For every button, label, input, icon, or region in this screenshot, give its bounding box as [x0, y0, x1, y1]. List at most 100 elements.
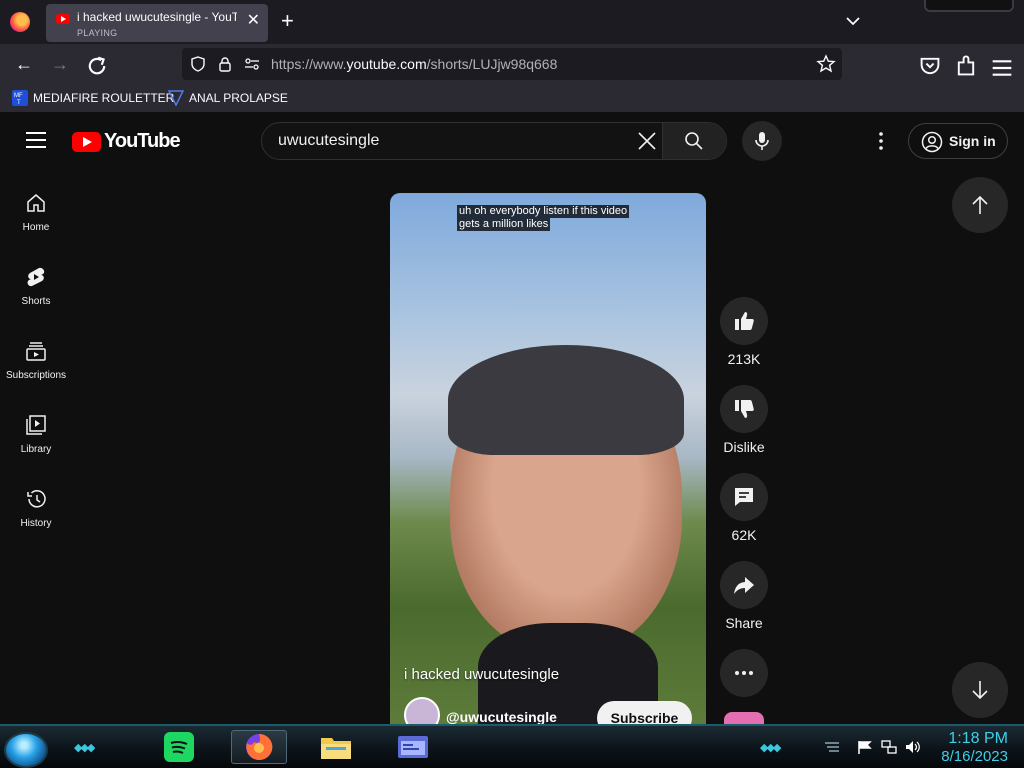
hamburger-menu-icon[interactable] [26, 132, 46, 148]
shield-icon[interactable] [190, 56, 206, 72]
close-tab-icon[interactable]: ✕ [247, 13, 260, 29]
taskbar-file-explorer[interactable] [308, 730, 364, 764]
pocket-icon[interactable] [918, 54, 942, 78]
back-button[interactable]: ← [12, 52, 36, 76]
bookmark-star-icon[interactable] [816, 54, 836, 74]
dislike-label: Dislike [723, 439, 765, 455]
youtube-page: YouTube uwucutesingle Sign in Home Short… [0, 112, 1024, 724]
video-title: i hacked uwucutesingle [404, 666, 560, 683]
search-button[interactable] [662, 123, 726, 159]
like-action: 213K [720, 297, 768, 367]
search-input[interactable]: uwucutesingle [278, 132, 379, 150]
bookmark-label: ANAL PROLAPSE [189, 91, 288, 105]
browser-nav-bar: ← → https://www.youtube.com/shorts/LUJjw… [0, 44, 1024, 84]
share-icon [734, 577, 754, 594]
clock-date: 8/16/2023 [941, 748, 1008, 765]
taskbar-decoration-icon: ◆◆◆ [74, 742, 95, 754]
firefox-icon [246, 733, 273, 760]
network-icon[interactable] [881, 740, 897, 754]
guide-item-subscriptions[interactable]: Subscriptions [0, 330, 72, 390]
shorts-video-player[interactable]: uh oh everybody listen if this video get… [390, 193, 706, 724]
clear-search-icon[interactable] [637, 131, 657, 151]
window-app-icon [398, 736, 428, 758]
shorts-icon [27, 267, 45, 287]
more-action [720, 649, 768, 697]
menu-icon[interactable] [990, 56, 1014, 80]
spotify-icon [164, 732, 194, 762]
new-tab-button[interactable]: + [281, 10, 294, 32]
settings-more-icon[interactable] [872, 130, 890, 152]
voice-search-button[interactable] [742, 121, 782, 161]
youtube-wordmark: YouTube [104, 130, 181, 152]
bookmark-icon [168, 90, 184, 106]
browser-tab[interactable]: i hacked uwucutesingle - YouTube PLAYING… [46, 4, 268, 42]
url-path: /shorts/LUJjw98q668 [426, 56, 558, 72]
channel-name[interactable]: @uwucutesingle [446, 709, 557, 724]
youtube-play-icon [72, 131, 101, 152]
bookmark-mediafire[interactable]: MF T MEDIAFIRE ROULETTER [12, 90, 174, 106]
comments-action: 62K [720, 473, 768, 543]
subscribe-button[interactable]: Subscribe [597, 701, 692, 724]
comments-button[interactable] [720, 473, 768, 521]
youtube-favicon-icon [56, 14, 70, 24]
guide-label: Home [22, 222, 50, 233]
url-text[interactable]: https://www.youtube.com/shorts/LUJjw98q6… [271, 56, 557, 72]
tab-title: i hacked uwucutesingle - YouTube [77, 10, 237, 24]
share-label: Share [725, 615, 763, 631]
like-button[interactable] [720, 297, 768, 345]
reload-icon[interactable] [85, 54, 109, 78]
file-explorer-icon [321, 738, 351, 759]
guide-item-shorts[interactable]: Shorts [0, 256, 72, 316]
previous-short-button[interactable] [952, 177, 1008, 233]
volume-icon[interactable] [905, 740, 921, 754]
guide-label: Shorts [21, 296, 51, 307]
windows-taskbar: ◆◆◆ ◆◆◆ 1:18 PM 8/16/2023 [0, 724, 1024, 768]
extensions-icon[interactable] [954, 54, 978, 78]
firefox-icon[interactable] [10, 12, 30, 32]
guide-item-history[interactable]: History [0, 478, 72, 538]
caption-line: uh oh everybody listen if this video [457, 205, 630, 218]
svg-text:MF: MF [14, 93, 23, 99]
account-icon [921, 131, 943, 153]
taskbar-window-app[interactable] [385, 730, 441, 764]
svg-text:T: T [17, 100, 21, 106]
clock-time: 1:18 PM [948, 730, 1008, 747]
guide-item-home[interactable]: Home [0, 182, 72, 242]
guide-item-library[interactable]: Library [0, 404, 72, 464]
chevron-down-icon[interactable] [844, 12, 862, 30]
history-icon [27, 490, 46, 508]
share-action: Share [720, 561, 768, 631]
channel-avatar[interactable] [404, 697, 440, 724]
taskbar-firefox[interactable] [231, 730, 287, 764]
library-icon [26, 415, 46, 435]
permissions-icon[interactable] [244, 56, 260, 72]
url-bar[interactable]: https://www.youtube.com/shorts/LUJjw98q6… [182, 48, 842, 80]
window-frame-decoration [924, 0, 1014, 12]
subscriptions-icon [26, 342, 46, 361]
taskbar-spotify[interactable] [151, 730, 207, 764]
forward-button[interactable]: → [48, 52, 72, 76]
system-clock[interactable]: 1:18 PM 8/16/2023 [941, 730, 1008, 765]
taskbar-decoration-icon: ◆◆◆ [760, 742, 781, 754]
home-icon [27, 194, 45, 212]
comment-icon [735, 488, 753, 506]
mediafire-icon: MFT [12, 90, 28, 106]
start-button[interactable] [4, 732, 48, 768]
show-hidden-icons-icon[interactable] [824, 740, 840, 754]
share-button[interactable] [720, 561, 768, 609]
action-center-flag-icon[interactable] [857, 740, 873, 754]
sign-in-button[interactable]: Sign in [908, 123, 1008, 159]
more-options-button[interactable] [720, 649, 768, 697]
dislike-button[interactable] [720, 385, 768, 433]
video-caption: uh oh everybody listen if this video get… [457, 205, 630, 231]
url-domain: youtube.com [346, 56, 427, 72]
microphone-icon [755, 132, 769, 150]
youtube-logo[interactable]: YouTube [72, 130, 181, 153]
tab-playing-status: PLAYING [77, 28, 118, 38]
next-short-button[interactable] [952, 662, 1008, 718]
search-box: uwucutesingle [261, 122, 727, 160]
next-short-thumbnail[interactable] [724, 712, 764, 724]
arrow-up-icon [972, 195, 988, 214]
lock-icon[interactable] [217, 56, 233, 72]
bookmark-anal-prolapse[interactable]: ANAL PROLAPSE [168, 90, 288, 106]
